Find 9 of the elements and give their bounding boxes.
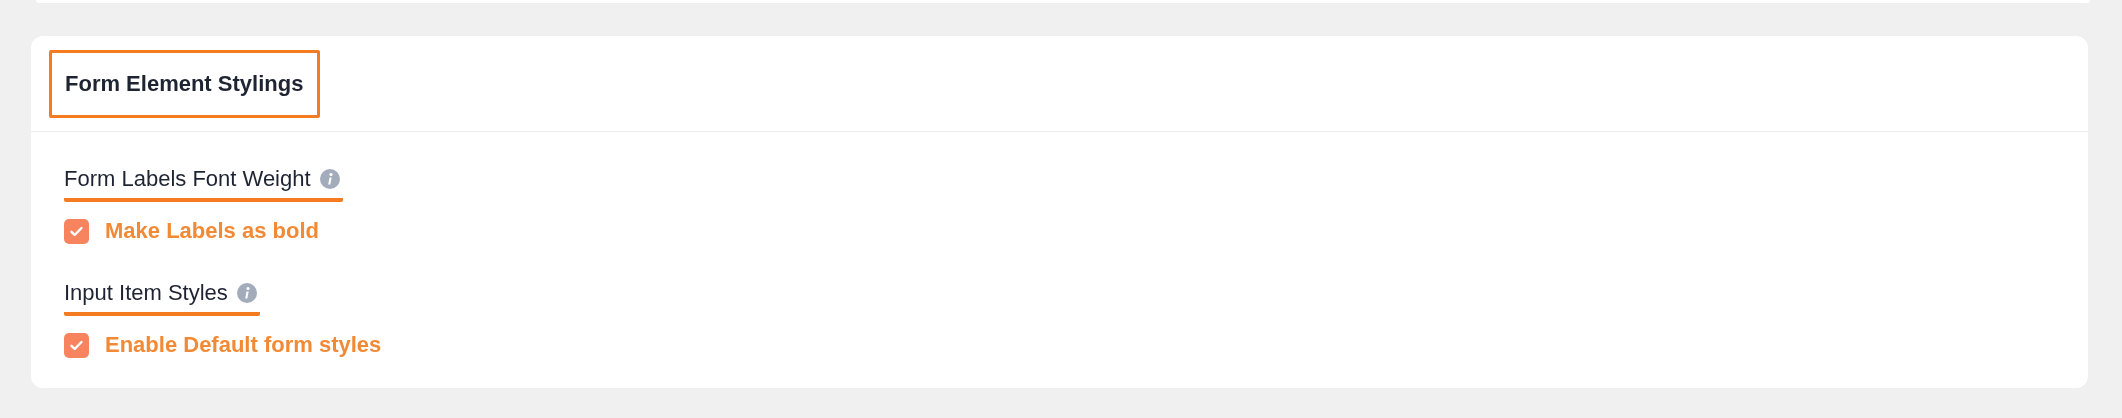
setting-label: Input Item Styles (64, 280, 228, 306)
section-title: Form Element Stylings (49, 49, 321, 118)
option-label[interactable]: Make Labels as bold (105, 218, 319, 244)
info-icon[interactable] (235, 282, 258, 304)
checkbox[interactable] (64, 332, 89, 358)
setting-label: Form Labels Font Weight (64, 166, 311, 192)
option-label[interactable]: Enable Default form styles (105, 332, 382, 358)
info-icon[interactable] (318, 168, 341, 190)
checkbox[interactable] (64, 218, 89, 244)
